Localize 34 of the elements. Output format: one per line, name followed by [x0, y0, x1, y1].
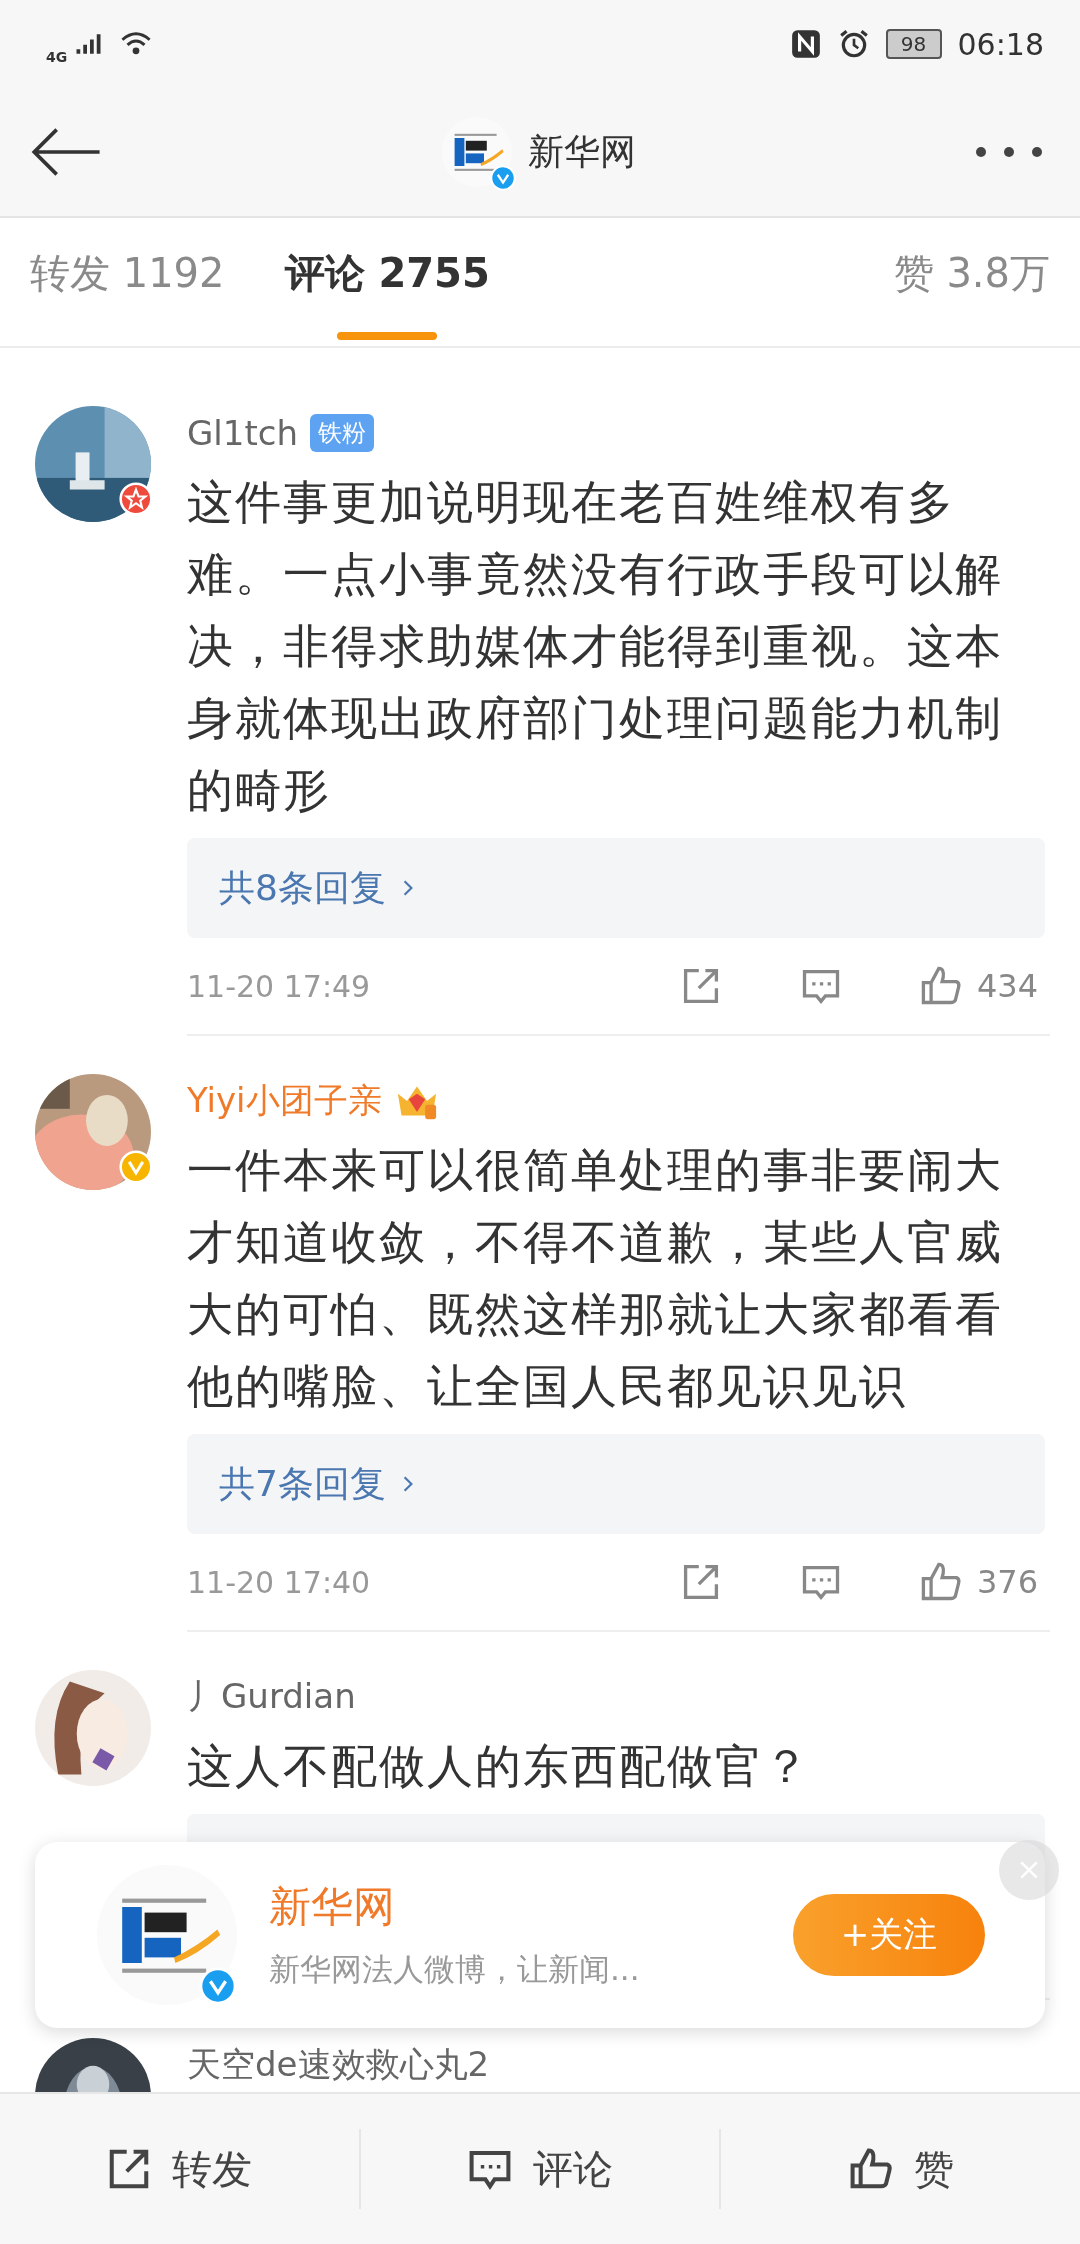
account-name[interactable]: 新华网: [269, 1879, 793, 1935]
account-title: 新华网: [528, 129, 636, 174]
tab[interactable]: 评论 2755: [284, 228, 490, 346]
user-name[interactable]: Gl1tch: [187, 413, 298, 453]
replies-panel[interactable]: 共7条回复: [187, 1434, 1045, 1534]
more-icon[interactable]: [974, 145, 1044, 159]
comment-text: 一件本来可以很简单处理的事非要闹大才知道收敛，不得不道歉，某些人官威大的可怕、既然这样那就让大家都看看他的嘴脸、让全国人民都见识见识: [187, 1142, 1004, 1415]
user-name[interactable]: 丿Gurdian: [187, 1674, 356, 1720]
comment-time: 11-20 17:49: [187, 968, 371, 1004]
nfc-icon: [789, 28, 822, 60]
star-badge-icon: [119, 482, 153, 516]
replies-link[interactable]: 共7条回复: [219, 1459, 386, 1509]
network-label: 4G: [46, 49, 68, 65]
comment-text: 这件事更加说明现在老百姓维权有多难。一点小事竟然没有行政手段可以解决，非得求助媒体才能得到重视。这本身就体现出政府部门处理问题能力机制的畸形: [187, 474, 1004, 819]
account-description: 新华网法人微博，让新闻...: [269, 1950, 641, 1989]
fan-badge: 铁粉: [310, 414, 374, 452]
user-name[interactable]: 天空de速效救心丸2: [187, 2042, 490, 2088]
replies-link[interactable]: 共8条回复: [219, 863, 386, 913]
user-name[interactable]: Yiyi小团子亲: [187, 1078, 382, 1124]
alarm-icon: [837, 28, 870, 60]
status-time: 06:18: [957, 26, 1044, 62]
like-count: 376: [976, 1563, 1038, 1601]
follow-button[interactable]: +关注: [793, 1894, 985, 1976]
verified-badge-icon: [119, 1150, 153, 1184]
battery-icon: 98: [885, 29, 942, 59]
like-button[interactable]: 赞: [719, 2129, 1080, 2209]
comment-text: 这人不配做人的东西配做官？: [187, 1738, 812, 1795]
replies-panel[interactable]: 共8条回复: [187, 838, 1045, 938]
share-button[interactable]: 转发: [0, 2129, 359, 2209]
comment-time: 11-20 17:40: [187, 1564, 371, 1600]
comment-button[interactable]: 评论: [358, 2129, 720, 2209]
tab[interactable]: 赞 3.8万: [893, 228, 1050, 346]
like-count: 434: [976, 967, 1038, 1005]
tab[interactable]: 转发 1192: [30, 228, 225, 346]
